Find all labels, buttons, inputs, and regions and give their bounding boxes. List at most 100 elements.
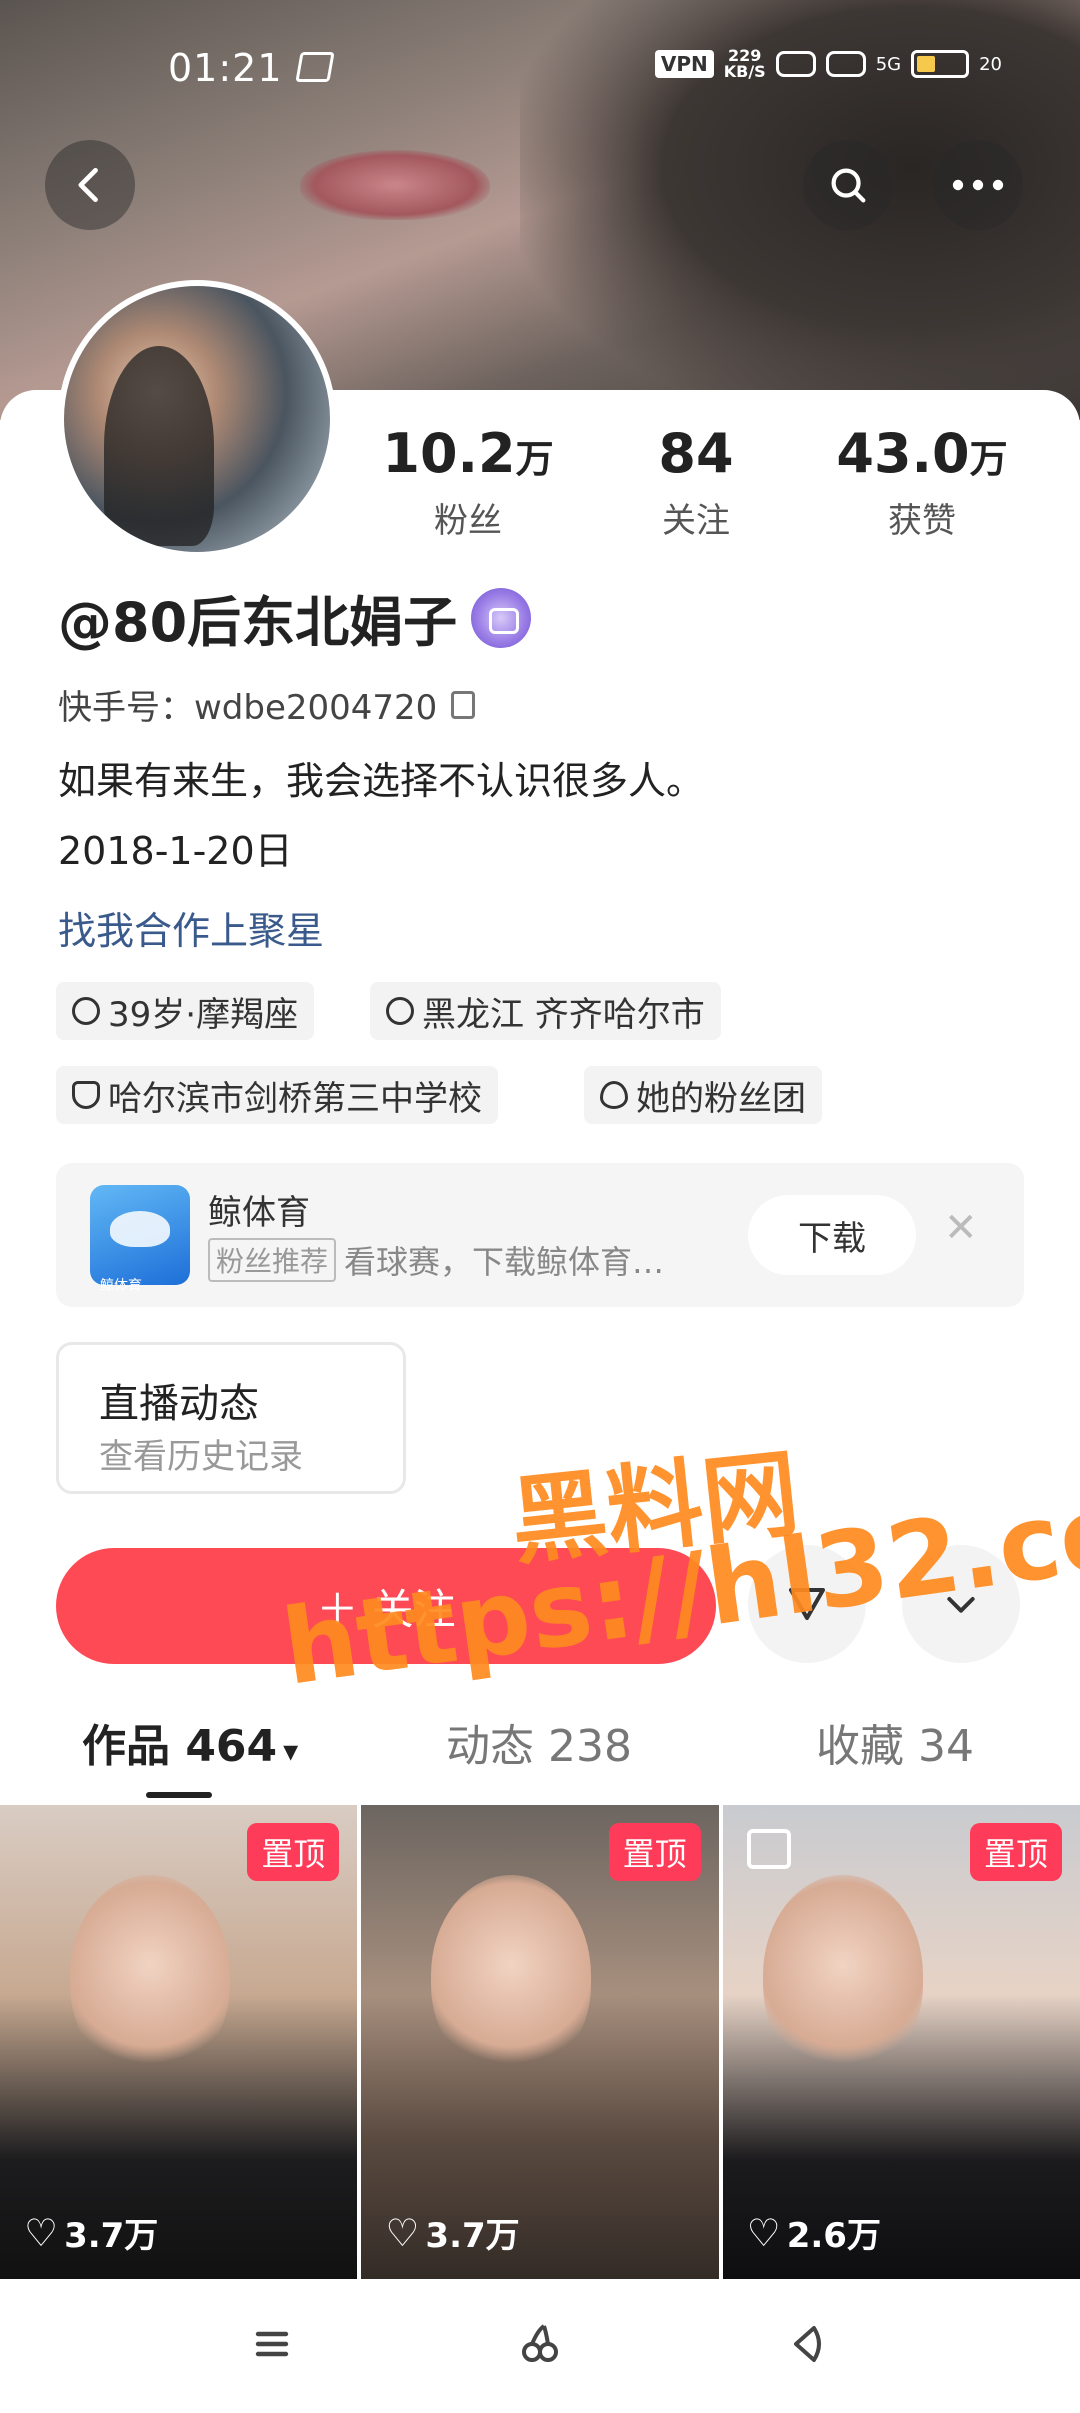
message-button[interactable]	[748, 1545, 866, 1663]
send-icon	[789, 1588, 825, 1620]
stat-value: 84	[658, 422, 734, 485]
pinned-badge: 置顶	[969, 1823, 1062, 1881]
status-bar: 01:21 VPN 229 KB/S 5G 20	[0, 40, 1080, 100]
tag-fans-club-text: 她的粉丝团	[636, 1078, 806, 1119]
system-nav-bar	[0, 2280, 1080, 2413]
net-speed-unit: KB/S	[723, 62, 766, 81]
live-card-subtitle: 查看历史记录	[99, 1437, 303, 1477]
ad-tag: 粉丝推荐	[208, 1238, 337, 1282]
ad-desc-text: 看球赛，下载鲸体育…	[344, 1243, 665, 1281]
username: @80后东北娟子	[58, 578, 532, 657]
ad-desc: 粉丝推荐 看球赛，下载鲸体育…	[208, 1237, 664, 1283]
stat-unit: 万	[969, 437, 1008, 481]
stat-unit: 万	[515, 437, 554, 481]
tag-age-text: 39岁·摩羯座	[108, 994, 299, 1035]
net-speed: 229 KB/S	[724, 48, 766, 80]
school-icon	[72, 1081, 100, 1109]
tag-age[interactable]: 39岁·摩羯座	[56, 982, 315, 1040]
stat-label: 关注	[662, 501, 730, 541]
more-button[interactable]	[933, 140, 1023, 230]
stat-following[interactable]: 84 关注	[596, 422, 796, 542]
kuaishou-id-text: 快手号：wdbe2004720	[58, 688, 438, 728]
battery-level: 20	[979, 53, 1002, 75]
copy-icon[interactable]	[451, 690, 476, 719]
stat-value: 43.0	[836, 422, 970, 485]
post-thumbnail[interactable]: 置顶 ♡ 3.7万	[0, 1805, 358, 2279]
live-card-title: 直播动态	[99, 1381, 259, 1427]
content-tabs: 作品 464 ▾ 动态 238 收藏 34	[0, 1710, 1080, 1800]
heart-icon: ♡	[746, 2210, 781, 2255]
post-thumbnail[interactable]: 置顶 ♡ 3.7万	[361, 1805, 719, 2279]
collab-link[interactable]: 找我合作上聚星	[58, 900, 324, 955]
live-history-card[interactable]: 直播动态 查看历史记录	[56, 1342, 406, 1494]
heart-icon	[600, 1081, 628, 1109]
ad-app-name: 鲸体育	[208, 1193, 310, 1233]
search-button[interactable]	[803, 140, 893, 230]
post-photo-detail	[762, 1875, 923, 2075]
stat-followers[interactable]: 10.2万 粉丝	[368, 422, 568, 542]
vpn-badge: VPN	[654, 50, 714, 78]
post-likes-count: 2.6万	[786, 2216, 881, 2256]
avatar-figure	[104, 346, 214, 546]
network-type: 5G	[875, 53, 902, 75]
cover-photo-detail	[300, 150, 490, 220]
tab-works-label: 作品 464	[82, 1721, 278, 1772]
tag-location-text: 黑龙江 齐齐哈尔市	[422, 994, 705, 1035]
close-icon[interactable]: ✕	[944, 1205, 978, 1251]
bio: 如果有来生，我会选择不认识很多人。	[58, 759, 705, 803]
caret-down-icon: ▾	[283, 1734, 299, 1769]
status-time: 01:21	[168, 46, 283, 90]
download-button[interactable]: 下载	[748, 1195, 916, 1275]
tag-school-text: 哈尔滨市剑桥第三中学校	[108, 1078, 482, 1119]
stat-label: 获赞	[888, 501, 956, 541]
post-likes-count: 3.7万	[64, 2216, 159, 2256]
post-likes: ♡ 2.6万	[747, 2208, 881, 2257]
post-photo-detail	[70, 1875, 230, 2075]
more-icon	[952, 179, 1004, 191]
gallery-icon	[746, 1829, 791, 1869]
follow-button[interactable]: ＋ 关注	[56, 1548, 716, 1664]
tab-indicator	[146, 1792, 212, 1798]
tag-location[interactable]: 黑龙江 齐齐哈尔市	[370, 982, 721, 1040]
tab-moments[interactable]: 动态 238	[446, 1710, 632, 1774]
posts-grid: 置顶 ♡ 3.7万 置顶 ♡ 3.7万 置顶 ♡ 2.6万	[0, 1805, 1080, 2279]
back-arrow-icon[interactable]	[778, 2320, 838, 2380]
post-thumbnail[interactable]: 置顶 ♡ 2.6万	[722, 1805, 1080, 2279]
pinned-badge: 置顶	[247, 1823, 340, 1881]
carrier-icon	[295, 52, 335, 82]
tag-school[interactable]: 哈尔滨市剑桥第三中学校	[56, 1066, 498, 1124]
chevron-left-icon	[78, 167, 98, 203]
post-likes: ♡ 3.7万	[385, 2208, 519, 2257]
chevron-down-icon	[947, 1597, 975, 1613]
verified-badge-icon[interactable]	[471, 587, 532, 648]
cherry-icon[interactable]	[510, 2320, 570, 2380]
avatar[interactable]	[58, 280, 336, 558]
stat-value: 10.2	[382, 422, 516, 485]
menu-icon[interactable]	[242, 2320, 302, 2380]
stat-likes[interactable]: 43.0万 获赞	[822, 422, 1022, 542]
heart-icon: ♡	[385, 2210, 420, 2255]
pinned-badge: 置顶	[608, 1823, 701, 1881]
gender-icon	[72, 997, 100, 1025]
back-button[interactable]	[45, 140, 135, 230]
status-icons: VPN 229 KB/S 5G 20	[654, 48, 1002, 80]
app-ad-banner[interactable]: 鲸体育 鲸体育 粉丝推荐 看球赛，下载鲸体育… 下载 ✕	[56, 1163, 1024, 1307]
battery-icon	[911, 50, 970, 78]
tab-favorites[interactable]: 收藏 34	[816, 1710, 974, 1774]
location-pin-icon	[386, 997, 414, 1025]
tab-works[interactable]: 作品 464 ▾	[82, 1710, 298, 1774]
app-logo-text: 鲸体育	[100, 1278, 142, 1294]
gamepad-icon	[775, 51, 816, 77]
post-photo-detail	[431, 1875, 592, 2075]
post-likes: ♡ 3.7万	[24, 2208, 158, 2257]
wifi-icon	[825, 51, 866, 77]
expand-button[interactable]	[902, 1545, 1020, 1663]
app-logo	[90, 1185, 190, 1285]
stat-label: 粉丝	[434, 501, 502, 541]
search-icon	[831, 168, 866, 203]
kuaishou-id: 快手号：wdbe2004720	[58, 680, 476, 729]
username-text: @80后东北娟子	[58, 591, 458, 654]
profile-date: 2018-1-20日	[58, 829, 293, 873]
heart-icon: ♡	[24, 2210, 59, 2255]
tag-fans-club[interactable]: 她的粉丝团	[584, 1066, 822, 1124]
